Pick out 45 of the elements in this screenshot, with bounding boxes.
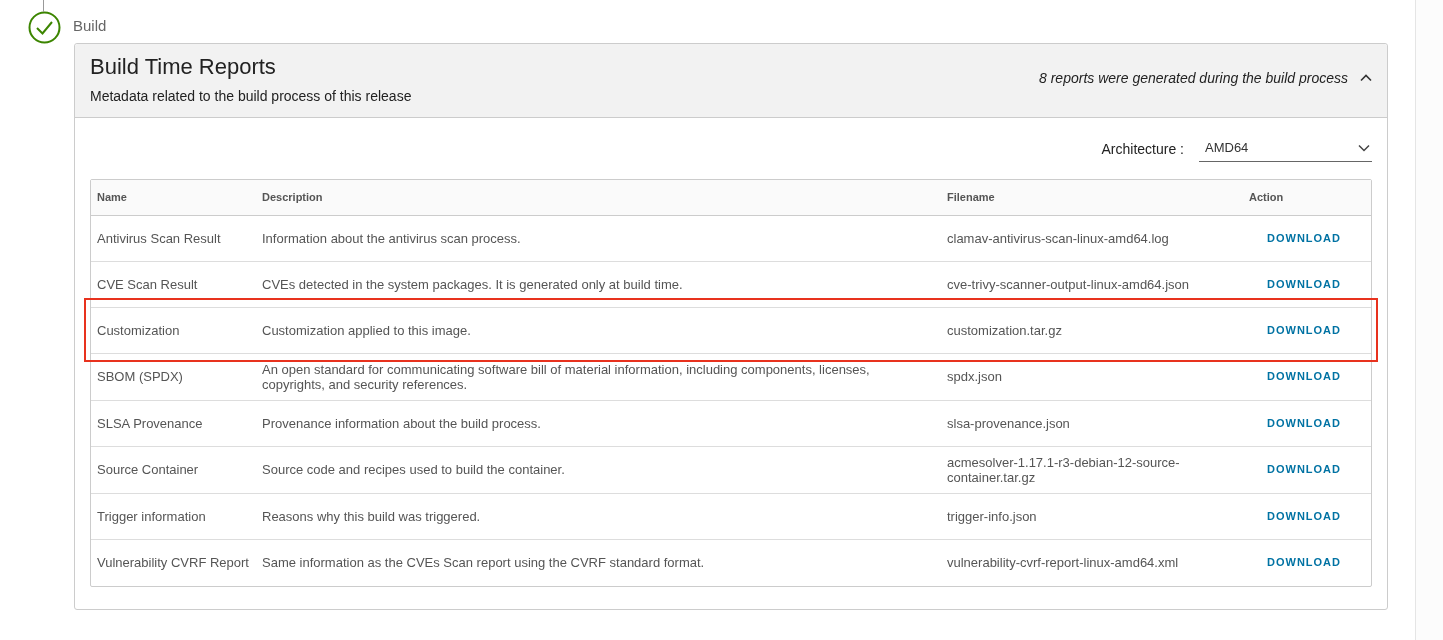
name-cell-text: CVE Scan Result — [96, 276, 199, 292]
name-cell-text: Source Container — [96, 462, 200, 477]
description-cell-text: Customization applied to this image. — [261, 322, 472, 338]
architecture-label: Architecture : — [1101, 140, 1184, 160]
report-summary: 8 reports were generated during the build process — [1039, 68, 1348, 88]
column-header: Filename — [946, 189, 996, 205]
step-label: Build — [73, 15, 107, 36]
chevron-down-icon — [1358, 143, 1370, 152]
column-header: Name — [96, 189, 128, 205]
description-cell-text: An open standard for communicating software bill of material information, including components, licenses, copyrights, and security references. — [261, 361, 871, 392]
description-cell-text: Information about the antivirus scan process. — [261, 230, 522, 246]
download-button[interactable]: DOWNLOAD — [1261, 367, 1347, 386]
name-cell-text: Customization — [96, 322, 181, 338]
download-button[interactable]: DOWNLOAD — [1261, 460, 1347, 479]
card-title: Build Time Reports — [90, 53, 277, 81]
card-header[interactable]: Build Time Reports Metadata related to the build process of this release 8 reports were generated during the build process — [75, 44, 1387, 118]
download-button[interactable]: DOWNLOAD — [1261, 553, 1347, 572]
column-header: Action — [1248, 189, 1285, 205]
download-button[interactable]: DOWNLOAD — [1261, 506, 1347, 526]
name-cell-text: Trigger information — [96, 508, 207, 524]
description-cell-text: Same information as the CVEs Scan report using the CVRF standard format. — [261, 555, 706, 570]
card-subtitle: Metadata related to the build process of this release — [90, 87, 413, 106]
filename-cell-text: slsa-provenance.json — [946, 415, 1071, 431]
filename-cell-text: customization.tar.gz — [946, 322, 1063, 338]
description-cell-text: Provenance information about the build process. — [261, 415, 542, 431]
filename-cell-text: vulnerability-cvrf-report-linux-amd64.xml — [946, 555, 1180, 570]
download-button[interactable]: DOWNLOAD — [1261, 413, 1347, 433]
filename-cell-text: acmesolver-1.17.1-r3-debian-12-source-container.tar.gz — [946, 454, 1181, 485]
architecture-select[interactable]: AMD64 — [1199, 138, 1372, 162]
description-cell-text: Reasons why this build was triggered. — [261, 508, 482, 524]
filename-cell-text: trigger-info.json — [946, 508, 1038, 524]
filename-cell-text: clamav-antivirus-scan-linux-amd64.log — [946, 230, 1170, 246]
name-cell-text: SBOM (SPDX) — [96, 369, 184, 384]
filename-cell-text: cve-trivy-scanner-output-linux-amd64.json — [946, 276, 1191, 292]
chevron-icon[interactable] — [1360, 74, 1372, 82]
description-cell-text: CVEs detected in the system packages. It is generated only at build time. — [261, 276, 684, 292]
description-cell-text: Source code and recipes used to build the container. — [261, 462, 566, 477]
download-button[interactable]: DOWNLOAD — [1261, 228, 1347, 248]
name-cell-text: Antivirus Scan Result — [96, 230, 222, 246]
column-header: Description — [261, 189, 324, 205]
download-button[interactable]: DOWNLOAD — [1261, 274, 1347, 294]
name-cell-text: Vulnerability CVRF Report — [96, 555, 250, 570]
filename-cell-text: spdx.json — [946, 369, 1003, 384]
name-cell-text: SLSA Provenance — [96, 415, 204, 431]
download-button[interactable]: DOWNLOAD — [1261, 320, 1347, 340]
